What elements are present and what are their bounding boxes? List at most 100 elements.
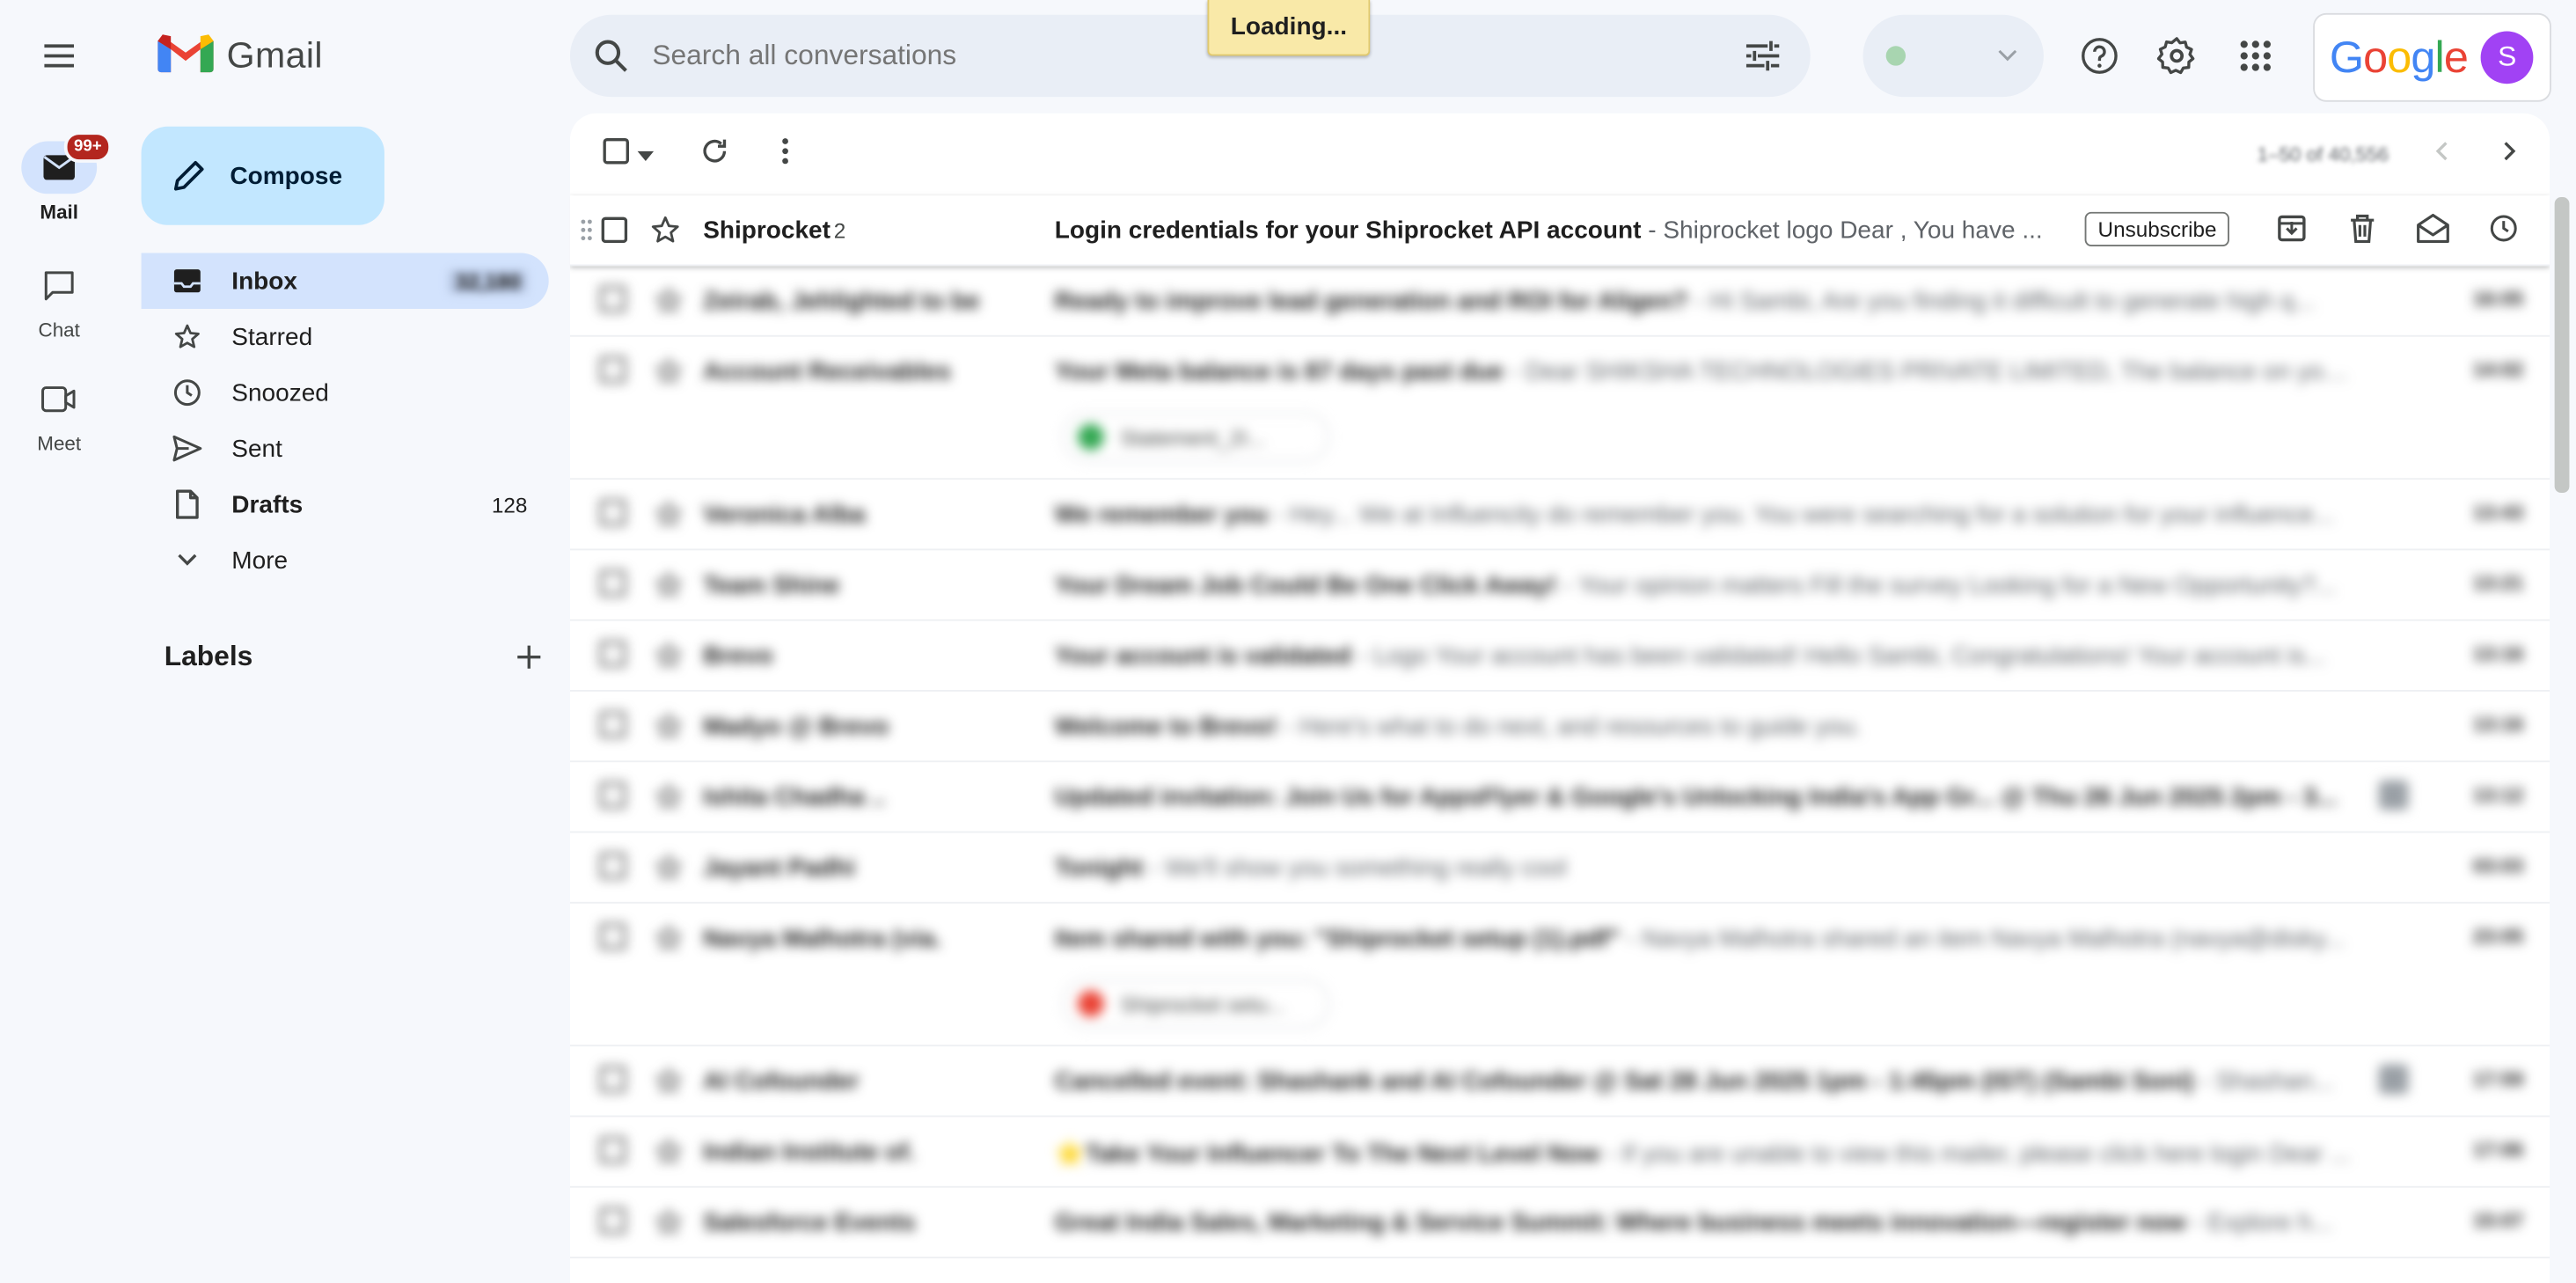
pdf-file-icon <box>1077 990 1104 1017</box>
mail-row[interactable]: Team Shine Your Dream Job Could Be One C… <box>569 550 2550 621</box>
caret-down-icon <box>637 140 655 170</box>
gmail-logo[interactable]: Gmail <box>157 26 323 85</box>
mail-row[interactable]: AI Cofounder Cancelled event: Shashank a… <box>569 1046 2550 1118</box>
nav-drafts[interactable]: Drafts 128 <box>142 476 549 532</box>
row-date: 03:03 <box>2472 854 2524 877</box>
star-icon[interactable] <box>654 500 684 536</box>
status-dot <box>1885 46 1906 66</box>
nav-snoozed[interactable]: Snoozed <box>142 364 549 420</box>
account-switcher[interactable]: Google S <box>2313 12 2551 102</box>
row-checkbox[interactable] <box>599 499 630 530</box>
gear-icon <box>2156 36 2197 76</box>
nav-starred[interactable]: Starred <box>142 309 549 364</box>
pagination-text: 1–50 of 40,556 <box>2257 143 2389 166</box>
snooze-button[interactable] <box>2477 205 2530 258</box>
star-icon[interactable] <box>654 853 684 889</box>
refresh-icon <box>699 136 729 173</box>
refresh-button[interactable] <box>688 128 741 181</box>
row-subject: Your Dream Job Could Be One Click Away! … <box>1054 571 2337 600</box>
nav-more[interactable]: More <box>142 532 549 588</box>
older-button[interactable] <box>2484 128 2536 181</box>
drag-handle-icon[interactable] <box>580 218 593 248</box>
nav-drafts-label: Drafts <box>231 490 304 518</box>
rail-chat[interactable]: Chat <box>0 260 118 341</box>
gmail-m-icon <box>157 31 214 82</box>
row-checkbox[interactable] <box>599 641 630 671</box>
scrollbar-thumb[interactable] <box>2554 197 2570 494</box>
help-icon <box>2080 36 2119 76</box>
rail-mail[interactable]: 99+ Mail <box>0 131 118 224</box>
mail-row[interactable]: Madyo @ Brevo Welcome to Brevo! - Here's… <box>569 692 2550 763</box>
star-icon[interactable] <box>649 214 682 246</box>
row-checkbox[interactable] <box>599 711 630 741</box>
help-button[interactable] <box>2067 23 2133 89</box>
sheet-file-icon <box>1077 423 1104 451</box>
mail-list-panel: 1–50 of 40,556 Shiprocket 2 Login credent… <box>569 113 2550 1283</box>
star-icon[interactable] <box>654 1067 684 1103</box>
attachment-chip[interactable]: Shiprocket setu... <box>1063 979 1329 1029</box>
nav-inbox[interactable]: Inbox 32,180 <box>141 253 549 309</box>
star-icon[interactable] <box>654 782 684 818</box>
compose-button[interactable]: Compose <box>141 126 384 225</box>
delete-button[interactable] <box>2336 205 2389 258</box>
attachment-chip[interactable]: Statement_2I... <box>1063 412 1329 462</box>
loading-indicator: Loading... <box>1207 0 1371 56</box>
row-checkbox[interactable] <box>599 356 630 386</box>
mail-row[interactable]: Jayant Padhi Tonight - We'll show you so… <box>569 832 2550 904</box>
row-sender: Indian Institute of. <box>703 1138 916 1167</box>
star-icon[interactable] <box>654 570 684 606</box>
clock-icon <box>171 378 203 407</box>
more-actions-button[interactable] <box>759 128 812 181</box>
search-options-icon[interactable] <box>1745 40 1781 72</box>
star-icon[interactable] <box>654 356 684 392</box>
row-checkbox[interactable] <box>599 1207 630 1237</box>
nav-sent[interactable]: Sent <box>142 421 549 476</box>
star-icon <box>171 322 203 352</box>
calendar-icon <box>2378 1064 2409 1095</box>
row-subject: Login credentials for your Shiprocket AP… <box>1054 216 2043 246</box>
star-icon[interactable] <box>654 1207 684 1243</box>
row-checkbox[interactable] <box>599 286 630 316</box>
star-icon[interactable] <box>654 923 684 959</box>
gmail-wordmark: Gmail <box>226 34 323 76</box>
mail-row[interactable]: Ishita Chadha .. Updated invitation: Joi… <box>569 762 2550 833</box>
trash-icon <box>2349 214 2375 250</box>
hamburger-icon <box>40 36 79 76</box>
row-checkbox[interactable] <box>599 853 630 883</box>
mail-row[interactable]: Brevo Your account is validated - Logo Y… <box>569 621 2550 692</box>
newer-button[interactable] <box>2415 128 2468 181</box>
star-icon[interactable] <box>654 641 684 677</box>
star-icon[interactable] <box>654 286 684 322</box>
apps-button[interactable] <box>2222 23 2288 89</box>
add-label-icon[interactable] <box>516 644 542 671</box>
status-selector[interactable] <box>1862 14 2044 98</box>
star-icon[interactable] <box>654 1137 684 1173</box>
mail-row[interactable]: Zeirab, Jehlighted to be Ready to improv… <box>569 266 2550 337</box>
mail-row[interactable]: Veronica Alba We remember you - Hey... W… <box>569 480 2550 551</box>
rail-meet[interactable]: Meet <box>0 373 118 455</box>
mark-read-button[interactable] <box>2407 205 2460 258</box>
row-checkbox[interactable] <box>599 570 630 600</box>
main-menu-button[interactable] <box>23 19 95 92</box>
mail-row-hovered[interactable]: Shiprocket 2 Login credentials for your S… <box>569 195 2550 267</box>
search-input[interactable] <box>648 37 1745 75</box>
settings-button[interactable] <box>2144 23 2210 89</box>
row-subject: Great India Sales, Marketing & Service S… <box>1054 1208 2333 1237</box>
row-sender: Madyo @ Brevo <box>703 713 889 741</box>
row-checkbox[interactable] <box>599 1137 630 1167</box>
open-envelope-icon <box>2417 213 2449 250</box>
mail-row[interactable]: Indian Institute of. ⭐Take Your Influenc… <box>569 1117 2550 1188</box>
row-checkbox[interactable] <box>599 923 630 953</box>
star-icon[interactable] <box>654 711 684 747</box>
archive-button[interactable] <box>2265 205 2318 258</box>
select-menu-button[interactable] <box>633 128 659 181</box>
row-date: 13:43 <box>2472 501 2524 524</box>
mail-row[interactable]: Account Receivables Your Meta balance is… <box>569 337 2550 480</box>
row-checkbox[interactable] <box>599 781 630 812</box>
search-icon[interactable] <box>593 38 629 74</box>
row-checkbox[interactable] <box>599 1066 630 1096</box>
unsubscribe-button[interactable]: Unsubscribe <box>2084 211 2230 247</box>
mail-row[interactable]: Salesforce Events Great India Sales, Mar… <box>569 1188 2550 1258</box>
mail-row[interactable]: Navya Malhotra (via. Item shared with yo… <box>569 904 2550 1047</box>
row-checkbox[interactable] <box>600 216 630 246</box>
